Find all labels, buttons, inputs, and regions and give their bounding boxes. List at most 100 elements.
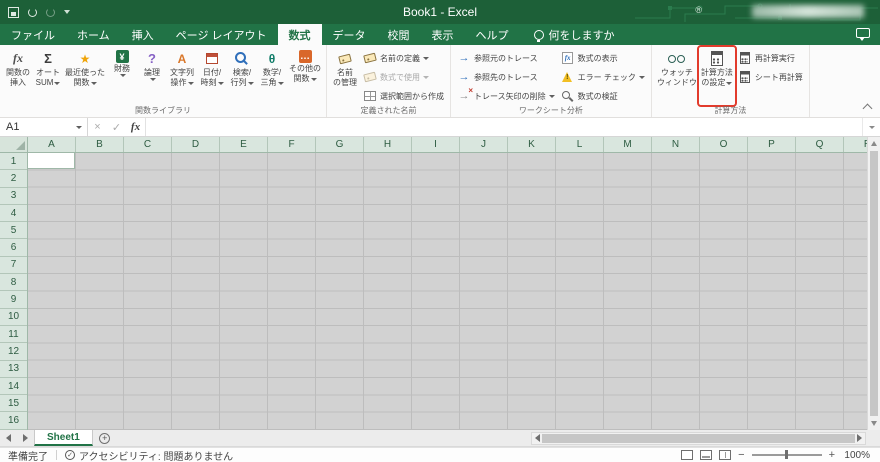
text-functions-button[interactable]: 文字列 操作 <box>167 47 197 105</box>
accessibility-status[interactable]: ✓ アクセシビリティ: 問題ありません <box>65 448 233 462</box>
row-header-5[interactable]: 5 <box>0 222 27 240</box>
tab-help[interactable]: ヘルプ <box>465 24 520 45</box>
define-name-button[interactable]: 名前の定義 <box>360 49 447 67</box>
evaluate-formula-button[interactable]: 数式の検証 <box>558 87 648 105</box>
column-header-E[interactable]: E <box>220 137 268 152</box>
column-header-H[interactable]: H <box>364 137 412 152</box>
undo-icon[interactable] <box>28 7 37 17</box>
insert-function-fx-icon[interactable]: fx <box>126 118 145 136</box>
lookup-reference-button[interactable]: 検索/ 行列 <box>227 47 257 105</box>
column-header-R[interactable]: R <box>844 137 867 152</box>
error-checking-button[interactable]: エラー チェック <box>558 68 648 86</box>
sheet-nav-right-button[interactable] <box>17 430 34 446</box>
column-header-F[interactable]: F <box>268 137 316 152</box>
date-time-button[interactable]: 日付/ 時刻 <box>197 47 227 105</box>
horizontal-scroll-thumb[interactable] <box>542 433 855 443</box>
tab-data[interactable]: データ <box>322 24 377 45</box>
cells[interactable] <box>28 153 867 430</box>
row-header-16[interactable]: 16 <box>0 412 27 430</box>
normal-view-button[interactable] <box>681 450 694 460</box>
customize-qat-caret-icon[interactable] <box>64 10 70 14</box>
column-header-O[interactable]: O <box>700 137 748 152</box>
name-box-caret-icon[interactable] <box>76 126 82 129</box>
column-header-L[interactable]: L <box>556 137 604 152</box>
autosum-button[interactable]: オート SUM <box>33 47 63 105</box>
tab-file[interactable]: ファイル <box>0 24 66 45</box>
row-header-4[interactable]: 4 <box>0 205 27 223</box>
recently-used-button[interactable]: 最近使った 関数 <box>63 47 107 105</box>
zoom-out-button[interactable]: − <box>738 449 744 461</box>
page-layout-view-button[interactable] <box>700 450 713 460</box>
trace-dependents-button[interactable]: 参照先のトレース <box>454 68 558 86</box>
row-header-14[interactable]: 14 <box>0 378 27 396</box>
zoom-slider[interactable] <box>751 450 822 460</box>
zoom-in-button[interactable]: + <box>829 449 835 461</box>
scroll-left-icon[interactable] <box>535 434 540 442</box>
zoom-slider-thumb[interactable] <box>784 450 788 460</box>
column-header-I[interactable]: I <box>412 137 460 152</box>
column-header-J[interactable]: J <box>460 137 508 152</box>
tell-me-box[interactable]: 何をしますか <box>533 24 615 45</box>
name-box[interactable]: A1 <box>0 118 88 136</box>
sheet-tab-sheet1[interactable]: Sheet1 <box>34 430 93 446</box>
name-manager-button[interactable]: 名前 の管理 <box>330 47 360 105</box>
horizontal-scrollbar[interactable] <box>531 431 866 445</box>
row-header-9[interactable]: 9 <box>0 291 27 309</box>
save-icon[interactable] <box>8 6 19 18</box>
sheet-nav-left-button[interactable] <box>0 430 17 446</box>
page-break-view-button[interactable] <box>719 450 732 460</box>
watch-window-button[interactable]: ウォッチ ウィンドウ <box>655 47 699 105</box>
scroll-right-icon[interactable] <box>857 434 862 442</box>
row-header-8[interactable]: 8 <box>0 274 27 292</box>
column-header-Q[interactable]: Q <box>796 137 844 152</box>
row-header-13[interactable]: 13 <box>0 361 27 378</box>
remove-arrows-button[interactable]: トレース矢印の削除 <box>454 86 558 105</box>
insert-function-button[interactable]: 関数の 挿入 <box>3 47 33 105</box>
math-trig-button[interactable]: 数学/ 三角 <box>257 47 287 105</box>
row-header-1[interactable]: 1 <box>0 153 27 171</box>
tab-page-layout[interactable]: ページ レイアウト <box>165 24 278 45</box>
financial-button[interactable]: 財務 <box>107 47 137 105</box>
row-header-12[interactable]: 12 <box>0 343 27 361</box>
tab-review[interactable]: 校閲 <box>377 24 421 45</box>
formula-bar-expand-button[interactable] <box>862 118 880 136</box>
tab-home[interactable]: ホーム <box>66 24 121 45</box>
row-header-11[interactable]: 11 <box>0 326 27 344</box>
trace-precedents-button[interactable]: 参照元のトレース <box>454 49 558 67</box>
calculate-sheet-button[interactable]: シート再計算 <box>735 68 806 86</box>
more-functions-button[interactable]: その他の 関数 <box>287 47 323 105</box>
tab-insert[interactable]: 挿入 <box>121 24 165 45</box>
vertical-scrollbar[interactable] <box>867 137 880 430</box>
zoom-level[interactable]: 100% <box>842 450 870 461</box>
comments-icon[interactable] <box>856 28 870 41</box>
active-cell-a1[interactable] <box>28 153 75 170</box>
column-header-G[interactable]: G <box>316 137 364 152</box>
column-header-B[interactable]: B <box>76 137 124 152</box>
row-header-6[interactable]: 6 <box>0 239 27 257</box>
column-header-A[interactable]: A <box>28 137 76 152</box>
collapse-ribbon-button[interactable] <box>862 103 873 114</box>
column-header-P[interactable]: P <box>748 137 796 152</box>
row-header-7[interactable]: 7 <box>0 257 27 275</box>
scroll-up-icon[interactable] <box>871 141 877 146</box>
show-formulas-button[interactable]: 数式の表示 <box>558 49 648 67</box>
column-header-D[interactable]: D <box>172 137 220 152</box>
row-header-2[interactable]: 2 <box>0 170 27 188</box>
vertical-scroll-thumb[interactable] <box>870 151 878 416</box>
new-sheet-button[interactable]: + <box>93 430 117 446</box>
column-header-M[interactable]: M <box>604 137 652 152</box>
logical-button[interactable]: 論理 <box>137 47 167 105</box>
tab-view[interactable]: 表示 <box>421 24 465 45</box>
column-header-K[interactable]: K <box>508 137 556 152</box>
select-all-corner[interactable] <box>0 137 28 153</box>
calculation-options-button[interactable]: 計算方法 の設定 <box>696 45 737 107</box>
row-header-10[interactable]: 10 <box>0 309 27 326</box>
tab-formulas[interactable]: 数式 <box>277 24 322 45</box>
row-header-15[interactable]: 15 <box>0 395 27 413</box>
calculate-now-button[interactable]: 再計算実行 <box>735 49 806 67</box>
column-header-C[interactable]: C <box>124 137 172 152</box>
row-header-3[interactable]: 3 <box>0 188 27 205</box>
formula-input[interactable] <box>146 118 862 136</box>
column-header-N[interactable]: N <box>652 137 700 152</box>
create-from-selection-button[interactable]: 選択範囲から作成 <box>360 87 447 105</box>
